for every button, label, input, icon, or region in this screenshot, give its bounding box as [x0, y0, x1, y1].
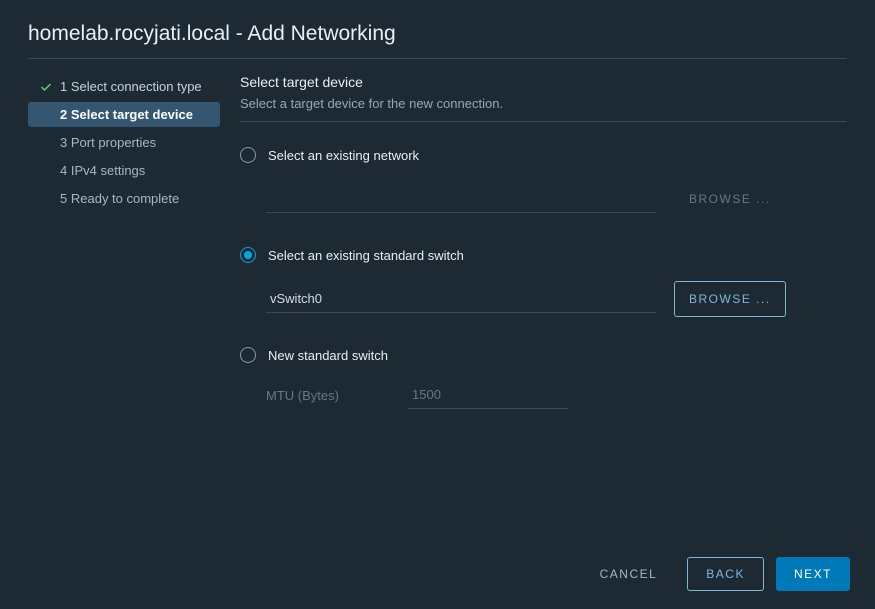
section-title: Select target device — [240, 74, 847, 90]
wizard-step-5[interactable]: 5 Ready to complete — [28, 186, 220, 211]
wizard-step-3[interactable]: 3 Port properties — [28, 130, 220, 155]
wizard-nav: 1 Select connection type 2 Select target… — [0, 74, 230, 609]
dialog-title: homelab.rocyjati.local - Add Networking — [28, 22, 847, 46]
wizard-step-2[interactable]: 2 Select target device — [28, 102, 220, 127]
wizard-step-1[interactable]: 1 Select connection type — [28, 74, 220, 99]
mtu-input — [408, 381, 568, 409]
radio-label: New standard switch — [268, 348, 388, 363]
wizard-step-label: 5 Ready to complete — [60, 191, 179, 206]
add-networking-dialog: homelab.rocyjati.local - Add Networking … — [0, 0, 875, 609]
back-button[interactable]: BACK — [687, 557, 764, 591]
wizard-step-label: 1 Select connection type — [60, 79, 202, 94]
dialog-header: homelab.rocyjati.local - Add Networking — [0, 0, 875, 58]
divider — [240, 121, 847, 122]
mtu-label: MTU (Bytes) — [266, 388, 408, 403]
radio-existing-switch[interactable]: Select an existing standard switch — [240, 247, 847, 263]
radio-icon — [240, 347, 256, 363]
radio-label: Select an existing standard switch — [268, 248, 464, 263]
wizard-step-4[interactable]: 4 IPv4 settings — [28, 158, 220, 183]
wizard-step-label: 4 IPv4 settings — [60, 163, 145, 178]
wizard-step-label: 3 Port properties — [60, 135, 156, 150]
section-desc: Select a target device for the new conne… — [240, 96, 847, 111]
existing-switch-input[interactable] — [266, 285, 656, 313]
radio-existing-network[interactable]: Select an existing network — [240, 147, 847, 163]
next-button[interactable]: NEXT — [776, 557, 850, 591]
radio-label: Select an existing network — [268, 148, 419, 163]
radio-new-switch[interactable]: New standard switch — [240, 347, 847, 363]
radio-icon — [240, 147, 256, 163]
radio-icon — [240, 247, 256, 263]
wizard-step-label: 2 Select target device — [60, 107, 193, 122]
content-area: Select target device Select a target dev… — [230, 74, 875, 609]
cancel-button[interactable]: CANCEL — [582, 557, 676, 591]
browse-switch-button[interactable]: BROWSE ... — [674, 281, 786, 317]
existing-network-input — [266, 185, 656, 213]
checkmark-icon — [38, 81, 54, 93]
browse-network-button: BROWSE ... — [674, 181, 786, 217]
dialog-footer: CANCEL BACK NEXT — [0, 539, 875, 609]
